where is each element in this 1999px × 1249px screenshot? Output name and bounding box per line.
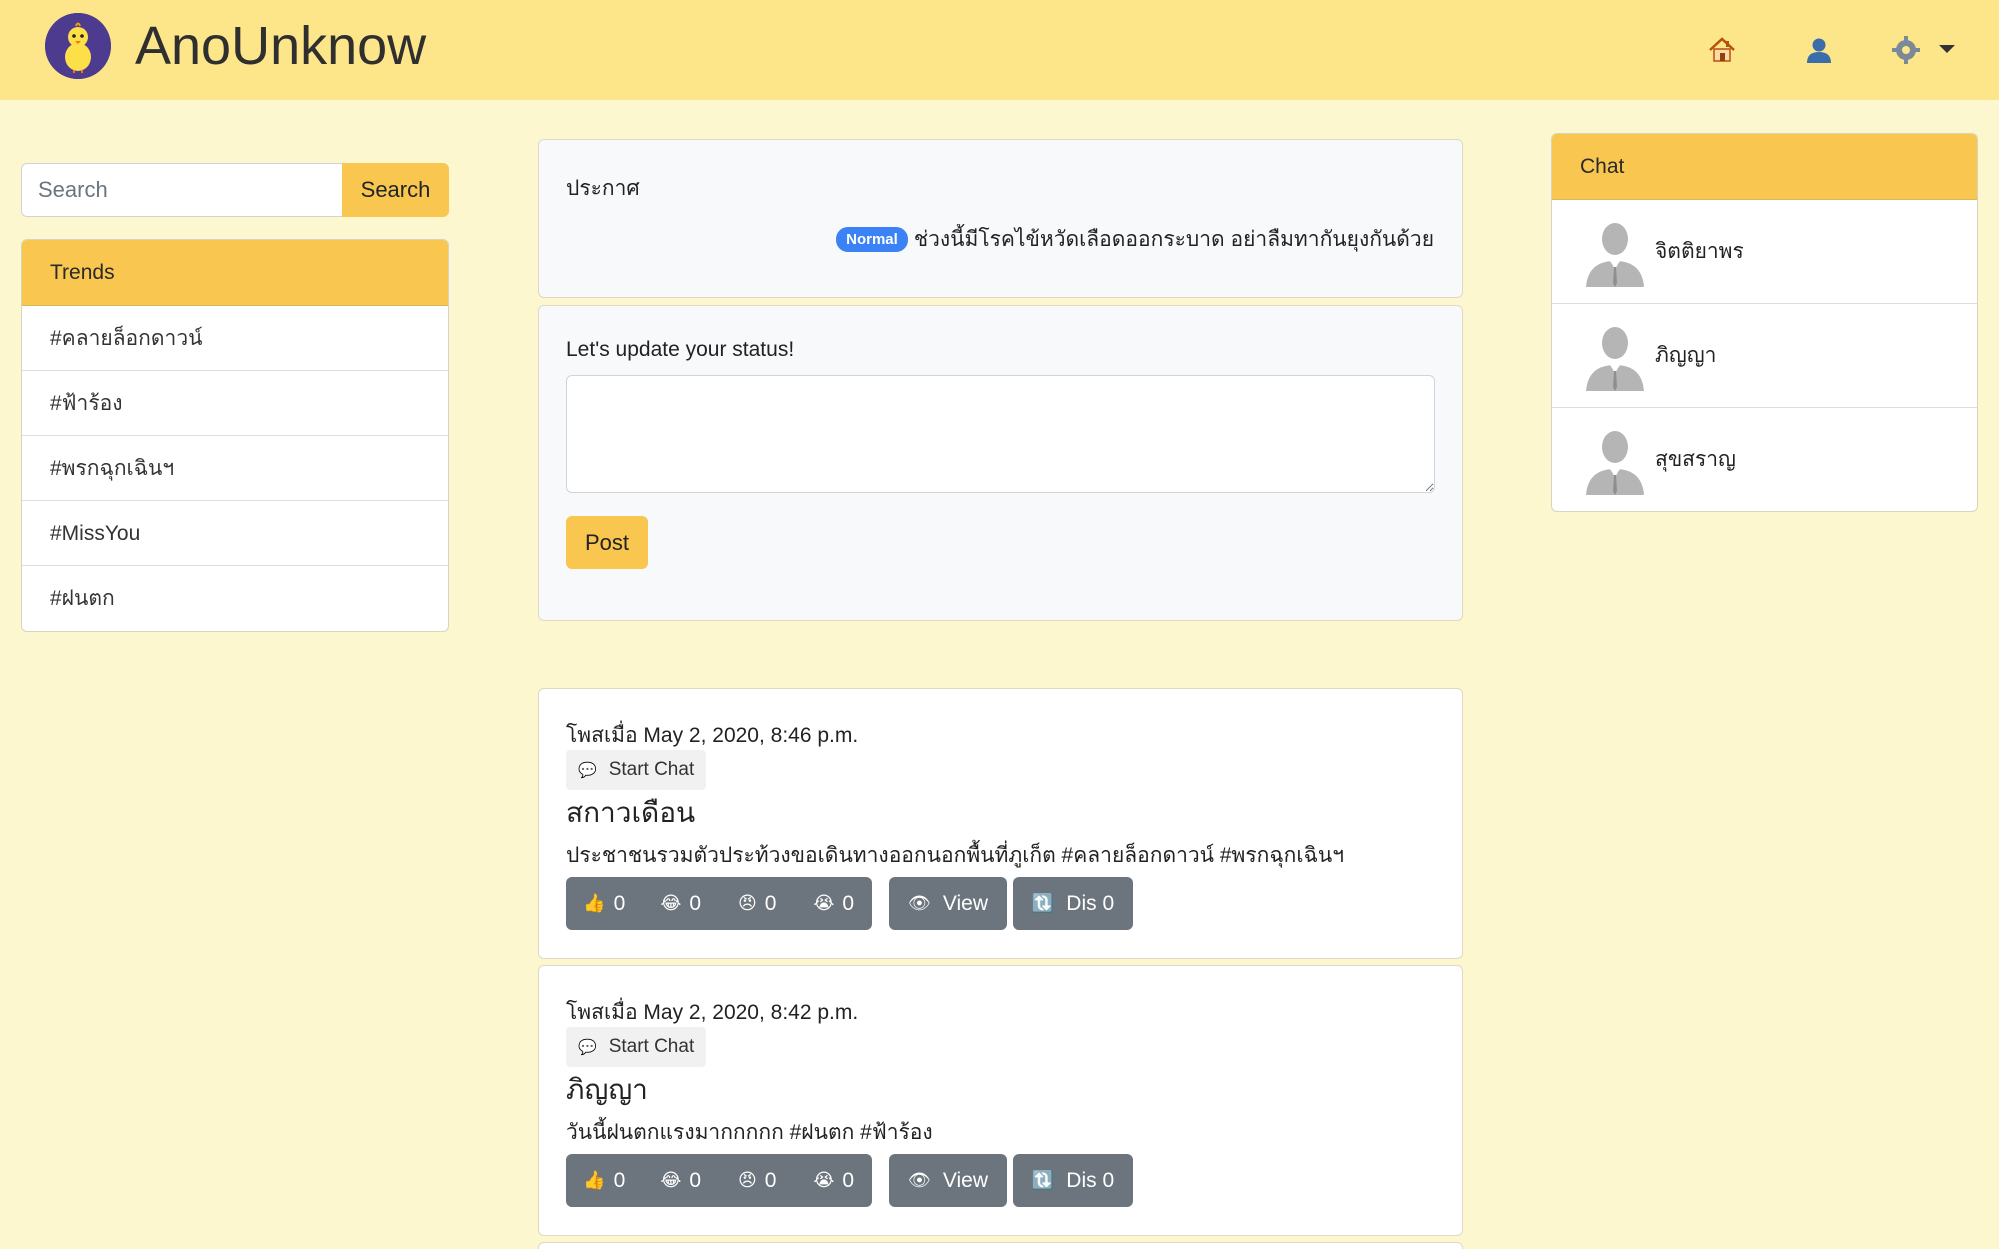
user-icon[interactable] [1801,32,1837,68]
contact-name: จิตติยาพร [1655,240,1744,263]
search-button[interactable]: Search [342,163,449,217]
start-chat-label: Start Chat [608,759,695,780]
like-button[interactable]: 👍 0 [566,1154,643,1207]
post-button[interactable]: Post [566,516,648,569]
announcement-text: ช่วงนี้มีโรคไข้หวัดเลือดออกระบาด อย่าลืม… [913,227,1434,251]
trend-item[interactable]: #ฝนตก [22,566,448,631]
crying-face-icon: 😭 [813,893,835,913]
dislike-button[interactable]: 🔃 Dis 0 [1013,1154,1133,1207]
trend-item[interactable]: #ฟ้าร้อง [22,371,448,436]
angry-button[interactable]: 😠 0 [719,1154,796,1207]
laughing-face-icon: 😂 [660,1170,682,1190]
trends-panel: Trends #คลายล็อกดาวน์ #ฟ้าร้อง #พรกฉุกเฉ… [21,239,449,632]
chick-logo-icon[interactable] [45,13,111,79]
upside-down-arrow-icon: 🔃 [1031,893,1055,913]
cry-button[interactable]: 😭 0 [796,877,873,930]
start-chat-button[interactable]: 💬 Start Chat [566,750,707,790]
trend-item[interactable]: #พรกฉุกเฉินฯ [22,436,448,501]
laugh-count: 0 [689,1168,702,1192]
announcement-marquee: Normal ช่วงนี้มีโรคไข้หวัดเลือดออกระบาด … [836,224,1434,254]
avatar-placeholder-icon [1586,326,1644,391]
cry-button[interactable]: 😭 0 [796,1154,873,1207]
dislike-label: Dis 0 [1066,891,1115,915]
dislike-label: Dis 0 [1066,1168,1115,1192]
announcement-card: ประกาศ Normal ช่วงนี้มีโรคไข้หวัดเลือดออ… [538,139,1463,298]
home-icon[interactable] [1704,32,1740,68]
chat-panel: Chat จิตติยาพร ภิญญา สุขสราญ [1551,133,1978,512]
like-count: 0 [613,891,626,915]
chat-contact[interactable]: ภิญญา [1552,304,1977,408]
gear-icon[interactable] [1888,32,1924,68]
post-card: โพสเมื่อ May 2, 2020, 8:46 p.m. 💬 Start … [538,688,1463,959]
search-input[interactable] [21,163,342,217]
post-author: สกาวเดือน [566,797,696,828]
like-button[interactable]: 👍 0 [566,877,643,930]
dislike-button[interactable]: 🔃 Dis 0 [1013,877,1133,930]
post-body: ประชาชนรวมตัวประท้วงขอเดินทางออกนอกพื้นท… [566,844,1345,867]
navbar: AnoUnknow [0,0,1999,100]
cry-count: 0 [842,1168,855,1192]
reaction-group: 👍 0 😂 0 😠 0 😭 0 [566,1154,872,1207]
view-button[interactable]: 👁 View [889,1154,1007,1207]
reaction-group: 👍 0 😂 0 😠 0 😭 0 [566,877,872,930]
trends-title: Trends [22,240,448,306]
trend-item[interactable]: #MissYou [22,501,448,566]
trend-item[interactable]: #คลายล็อกดาวน์ [22,306,448,371]
laugh-count: 0 [689,891,702,915]
laughing-face-icon: 😂 [660,893,682,913]
angry-count: 0 [764,891,777,915]
view-label: View [942,891,988,915]
upside-down-arrow-icon: 🔃 [1031,1170,1055,1190]
laugh-button[interactable]: 😂 0 [643,877,720,930]
status-textarea[interactable] [566,375,1435,493]
settings-dropdown-caret-icon[interactable] [1939,45,1955,53]
cry-count: 0 [842,891,855,915]
post-timestamp: โพสเมื่อ May 2, 2020, 8:46 p.m. [566,724,859,747]
angry-count: 0 [764,1168,777,1192]
avatar-placeholder-icon [1586,222,1644,287]
avatar-placeholder-icon [1586,430,1644,495]
eye-icon: 👁 [908,1170,931,1190]
post-body: วันนี้ฝนตกแรงมากกกกก #ฝนตก #ฟ้าร้อง [566,1121,933,1144]
chat-contact[interactable]: สุขสราญ [1552,408,1977,511]
eye-icon: 👁 [908,893,931,913]
chat-contact[interactable]: จิตติยาพร [1552,200,1977,304]
priority-badge: Normal [836,226,908,252]
status-label: Let's update your status! [566,338,795,361]
start-chat-label: Start Chat [608,1036,695,1057]
speech-bubble-icon: 💬 [578,762,597,779]
post-author: ภิญญา [566,1074,648,1105]
view-label: View [942,1168,988,1192]
search-form: Search [21,163,449,217]
thumbs-up-icon: 👍 [583,893,606,913]
view-button[interactable]: 👁 View [889,877,1007,930]
thumbs-up-icon: 👍 [583,1170,606,1190]
angry-face-icon: 😠 [738,1170,757,1190]
angry-face-icon: 😠 [738,893,757,913]
like-count: 0 [613,1168,626,1192]
post-card [538,1242,1463,1249]
post-timestamp: โพสเมื่อ May 2, 2020, 8:42 p.m. [566,1001,859,1024]
contact-name: ภิญญา [1655,344,1717,367]
announcement-title: ประกาศ [566,177,640,200]
contact-name: สุขสราญ [1655,448,1736,471]
chat-title: Chat [1552,134,1977,200]
laugh-button[interactable]: 😂 0 [643,1154,720,1207]
angry-button[interactable]: 😠 0 [719,877,796,930]
speech-bubble-icon: 💬 [578,1039,597,1056]
brand-title[interactable]: AnoUnknow [135,14,426,78]
status-card: Let's update your status! Post [538,305,1463,621]
start-chat-button[interactable]: 💬 Start Chat [566,1027,707,1067]
post-card: โพสเมื่อ May 2, 2020, 8:42 p.m. 💬 Start … [538,965,1463,1236]
crying-face-icon: 😭 [813,1170,835,1190]
